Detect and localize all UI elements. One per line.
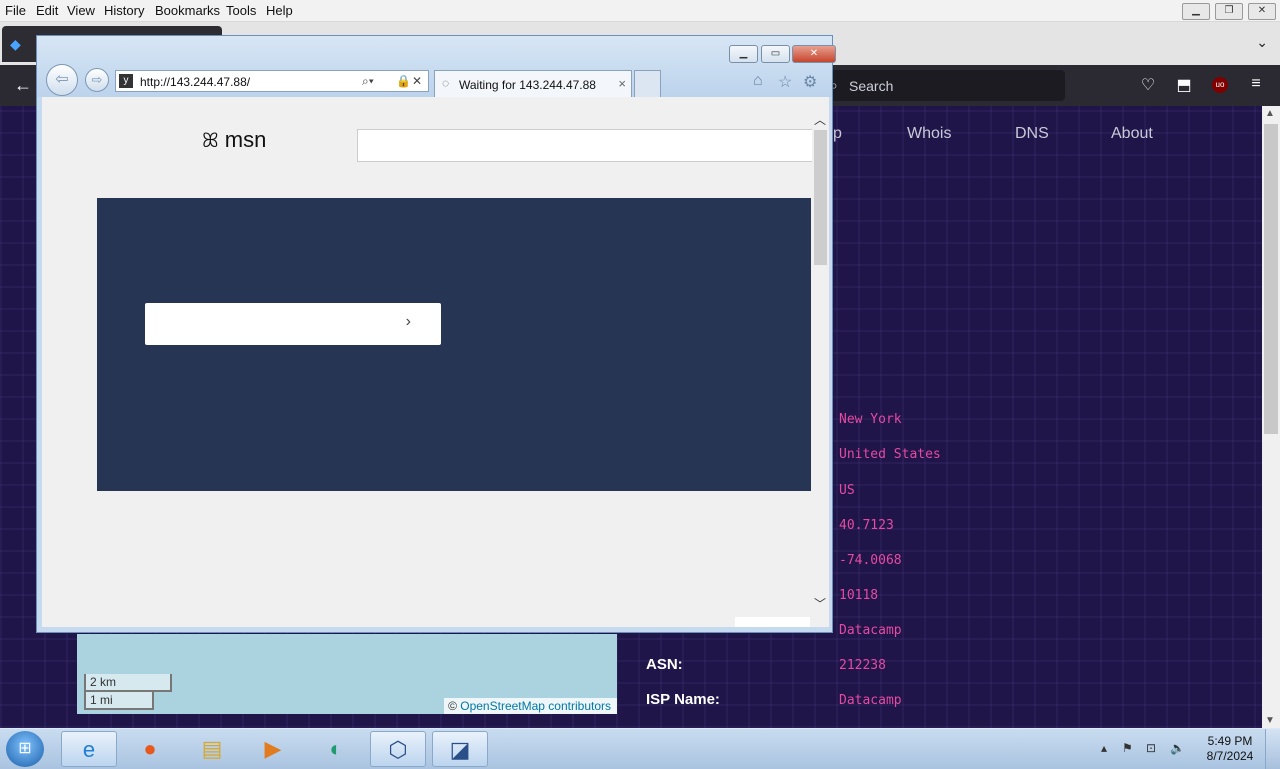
ie-tab-title: Waiting for 143.244.47.88 [459,78,596,92]
scrollbar-thumb[interactable] [1264,124,1278,434]
ie-page-content: ꕤ msn › [42,97,812,627]
longitude-value: -74.0068 [839,553,902,568]
taskbar-ie-icon[interactable]: e [61,731,117,767]
menu-tools[interactable]: Tools [226,3,256,18]
organization-value: Datacamp [839,623,902,638]
ie-url-text: http://143.244.47.88/ [140,75,251,89]
msn-logo-text: msn [224,127,267,152]
menu-edit[interactable]: Edit [36,3,58,18]
list-all-tabs-icon[interactable]: ⌄ [1256,34,1268,51]
page-favicon-icon: y [119,74,133,88]
menu-bookmarks[interactable]: Bookmarks [155,3,220,18]
city-value: New York [839,412,902,427]
ie-scroll-down-icon[interactable]: ﹀ [814,595,826,612]
map-scale-km: 2 km [84,674,172,692]
taskbar-firefox-icon[interactable]: ● [122,731,178,767]
show-desktop-button[interactable] [1265,729,1280,769]
start-button-icon[interactable]: ⊞ [6,731,44,767]
extensions-icon[interactable]: ⬒ [1174,75,1194,95]
close-button[interactable]: ✕ [1248,3,1276,20]
ie-tab-active[interactable]: ◌ Waiting for 143.244.47.88 × [434,70,632,97]
msn-search-input[interactable] [357,129,812,162]
stop-icon[interactable]: ✕ [412,74,422,88]
firefox-search-box[interactable]: ⌕ Search [822,70,1065,101]
taskbar-virtualbox-icon[interactable]: ⬡ [370,731,426,767]
taskbar-media-player-icon[interactable]: ▶ [245,731,301,767]
home-icon[interactable]: ⌂ [753,72,763,90]
ie-maximize-button[interactable]: ▭ [761,45,790,63]
hero-cta-button[interactable]: › [145,303,441,345]
taskbar: ⊞ e ● ▤ ▶ ◐ ⬡ ◪ ▴ ⚑ ⊡ 🔈 5:49 PM 8/7/2024 [0,728,1280,769]
map-attribution: © OpenStreetMap contributors [444,698,617,714]
asn-label: ASN: [646,656,683,673]
asn-value: 212238 [839,658,886,673]
map-scale-mi: 1 mi [84,692,154,710]
ie-back-icon[interactable]: ⇦ [46,64,78,96]
pocket-icon[interactable]: ♡ [1138,75,1158,95]
location-map[interactable]: 2 km 1 mi © OpenStreetMap contributors [77,634,617,714]
scroll-up-icon[interactable]: ▲ [1265,108,1275,119]
lock-icon: 🔒 [396,74,411,88]
nav-link-whois[interactable]: Whois [907,125,951,143]
taskbar-explorer-icon[interactable]: ▤ [184,731,240,767]
nav-link-partial[interactable]: p [833,125,842,143]
ie-window: ▁ ▭ ✕ ⇦ ⇨ y http://143.244.47.88/ ⌕▾ 🔒 ✕… [36,35,836,633]
postal-code-value: 10118 [839,588,879,603]
ie-scroll-up-icon[interactable]: ︿ [814,111,826,128]
ie-minimize-button[interactable]: ▁ [729,45,758,63]
scroll-down-icon[interactable]: ▼ [1265,715,1275,726]
menu-history[interactable]: History [104,3,144,18]
ie-forward-icon[interactable]: ⇨ [85,68,109,92]
system-clock[interactable]: 5:49 PM 8/7/2024 [1199,734,1261,764]
latitude-value: 40.7123 [839,518,894,533]
clock-time: 5:49 PM [1207,734,1253,748]
show-hidden-icons-icon[interactable]: ▴ [1101,741,1107,755]
tools-gear-icon[interactable]: ⚙ [803,72,817,92]
menu-help[interactable]: Help [266,3,293,18]
ie-title-bar: ▁ ▭ ✕ ⇦ ⇨ y http://143.244.47.88/ ⌕▾ 🔒 ✕… [37,36,836,97]
menu-file[interactable]: File [5,3,26,18]
nav-link-dns[interactable]: DNS [1015,125,1049,143]
search-placeholder: Search [849,78,894,94]
ie-new-tab-button[interactable] [634,70,661,97]
network-icon[interactable]: ⊡ [1146,741,1156,755]
msn-butterfly-icon: ꕤ [202,130,219,152]
ublock-icon[interactable]: uo [1212,77,1228,93]
isp-name-value: Datacamp [839,693,902,708]
volume-muted-icon[interactable]: 🔈 [1170,741,1185,755]
ie-status-element [735,617,810,627]
search-dropdown-icon[interactable]: ⌕▾ [362,74,374,89]
back-arrow-icon[interactable]: ← [14,75,32,96]
loading-spinner-icon: ◌ [442,76,450,90]
taskbar-app-icon[interactable]: ◐ [308,731,364,767]
menu-bar: File Edit View History Bookmarks Tools H… [0,0,1280,22]
ie-address-bar[interactable]: y http://143.244.47.88/ ⌕▾ 🔒 ✕ [115,70,429,92]
page-scrollbar[interactable]: ▲ ▼ [1262,106,1280,728]
action-center-flag-icon[interactable]: ⚑ [1122,741,1133,755]
hero-banner: › [97,198,811,491]
clock-date: 8/7/2024 [1206,749,1254,763]
ie-close-button[interactable]: ✕ [792,45,836,63]
menu-view[interactable]: View [67,3,95,18]
ie-scrollbar-thumb[interactable] [814,130,827,265]
minimize-button[interactable]: ▁ [1182,3,1210,20]
ie-tab-close-icon[interactable]: × [618,76,626,91]
nav-link-about[interactable]: About [1111,125,1153,143]
chevron-right-icon: › [405,313,411,330]
taskbar-xp-mode-icon[interactable]: ◪ [432,731,488,767]
isp-name-label: ISP Name: [646,691,720,708]
site-favicon-icon: ◆ [10,36,21,52]
country-value: United States [839,447,941,462]
hamburger-menu-icon[interactable]: ≡ [1246,75,1266,95]
osm-contributors-link[interactable]: OpenStreetMap contributors [460,699,611,713]
msn-logo[interactable]: ꕤ msn [202,127,266,153]
favorites-star-icon[interactable]: ☆ [778,72,792,92]
copyright-symbol: © [448,699,457,713]
ie-scrollbar[interactable]: ︿ ﹀ [812,97,829,627]
restore-button[interactable]: ❐ [1215,3,1243,20]
country-code-value: US [839,483,855,498]
